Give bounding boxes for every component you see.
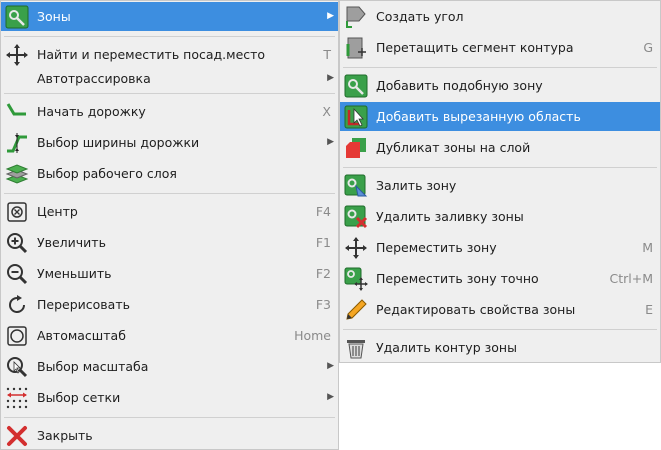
duplicate-zone-icon bbox=[344, 136, 368, 160]
menu-item-track-width[interactable]: Выбор ширины дорожки ▶ bbox=[1, 128, 338, 157]
menu-item-zoom-select[interactable]: Выбор масштаба ▶ bbox=[1, 352, 338, 381]
context-menu: Зоны ▶ Найти и переместить посад.место T… bbox=[0, 0, 339, 450]
separator bbox=[343, 167, 657, 168]
submenu-item-add-similar-zone[interactable]: Добавить подобную зону bbox=[340, 71, 660, 100]
close-icon bbox=[5, 424, 29, 448]
menu-item-center[interactable]: Центр F4 bbox=[1, 197, 338, 226]
separator bbox=[4, 93, 335, 94]
add-similar-zone-icon bbox=[344, 74, 368, 98]
move-zone-icon bbox=[344, 236, 368, 260]
zone-icon bbox=[5, 5, 29, 29]
drag-segment-icon bbox=[344, 36, 368, 60]
submenu-item-duplicate-zone[interactable]: Дубликат зоны на слой bbox=[340, 133, 660, 162]
separator bbox=[4, 417, 335, 418]
submenu-item-add-cutout[interactable]: Добавить вырезанную область bbox=[340, 102, 660, 131]
separator bbox=[4, 36, 335, 37]
unfill-zone-icon bbox=[344, 205, 368, 229]
create-corner-icon bbox=[344, 5, 368, 29]
menu-item-zoom-in[interactable]: Увеличить F1 bbox=[1, 228, 338, 257]
zoom-in-icon bbox=[5, 231, 29, 255]
zoom-select-icon bbox=[5, 355, 29, 379]
menu-item-zoom-out[interactable]: Уменьшить F2 bbox=[1, 259, 338, 288]
submenu-item-delete-zone[interactable]: Удалить контур зоны bbox=[340, 333, 660, 362]
zoom-fit-icon bbox=[5, 324, 29, 348]
submenu-item-move-zone[interactable]: Переместить зону M bbox=[340, 233, 660, 262]
zones-submenu: Создать угол Перетащить сегмент контура … bbox=[339, 0, 661, 363]
track-width-icon bbox=[5, 131, 29, 155]
zoom-out-icon bbox=[5, 262, 29, 286]
menu-item-autoroute[interactable]: Автотрассировка ▶ bbox=[1, 64, 338, 93]
submenu-item-fill-zone[interactable]: Залить зону bbox=[340, 171, 660, 200]
submenu-item-drag-segment[interactable]: Перетащить сегмент контура G bbox=[340, 33, 660, 62]
separator bbox=[4, 193, 335, 194]
delete-zone-icon bbox=[344, 336, 368, 360]
menu-item-redraw[interactable]: Перерисовать F3 bbox=[1, 290, 338, 319]
menu-item-zones[interactable]: Зоны ▶ bbox=[1, 2, 338, 31]
submenu-arrow-icon: ▶ bbox=[327, 73, 334, 83]
move-zone-exact-icon bbox=[344, 267, 368, 291]
menu-item-zoom-fit[interactable]: Автомасштаб Home bbox=[1, 321, 338, 350]
submenu-arrow-icon: ▶ bbox=[327, 392, 334, 402]
fill-zone-icon bbox=[344, 174, 368, 198]
layers-icon bbox=[5, 162, 29, 186]
grid-icon bbox=[5, 386, 29, 410]
submenu-item-edit-zone[interactable]: Редактировать свойства зоны E bbox=[340, 295, 660, 324]
add-cutout-icon bbox=[344, 105, 368, 129]
submenu-item-unfill-zone[interactable]: Удалить заливку зоны bbox=[340, 202, 660, 231]
separator bbox=[343, 67, 657, 68]
menu-item-start-track[interactable]: Начать дорожку X bbox=[1, 97, 338, 126]
redraw-icon bbox=[5, 293, 29, 317]
submenu-item-move-zone-exact[interactable]: Переместить зону точно Ctrl+M bbox=[340, 264, 660, 293]
separator bbox=[343, 329, 657, 330]
submenu-arrow-icon: ▶ bbox=[327, 137, 334, 147]
menu-item-select-layer[interactable]: Выбор рабочего слоя bbox=[1, 159, 338, 188]
track-icon bbox=[5, 100, 29, 124]
menu-item-grid-select[interactable]: Выбор сетки ▶ bbox=[1, 383, 338, 412]
submenu-arrow-icon: ▶ bbox=[327, 11, 334, 21]
edit-zone-icon bbox=[344, 298, 368, 322]
center-icon bbox=[5, 200, 29, 224]
menu-item-close[interactable]: Закрыть bbox=[1, 421, 338, 450]
submenu-item-create-corner[interactable]: Создать угол bbox=[340, 2, 660, 31]
submenu-arrow-icon: ▶ bbox=[327, 361, 334, 371]
